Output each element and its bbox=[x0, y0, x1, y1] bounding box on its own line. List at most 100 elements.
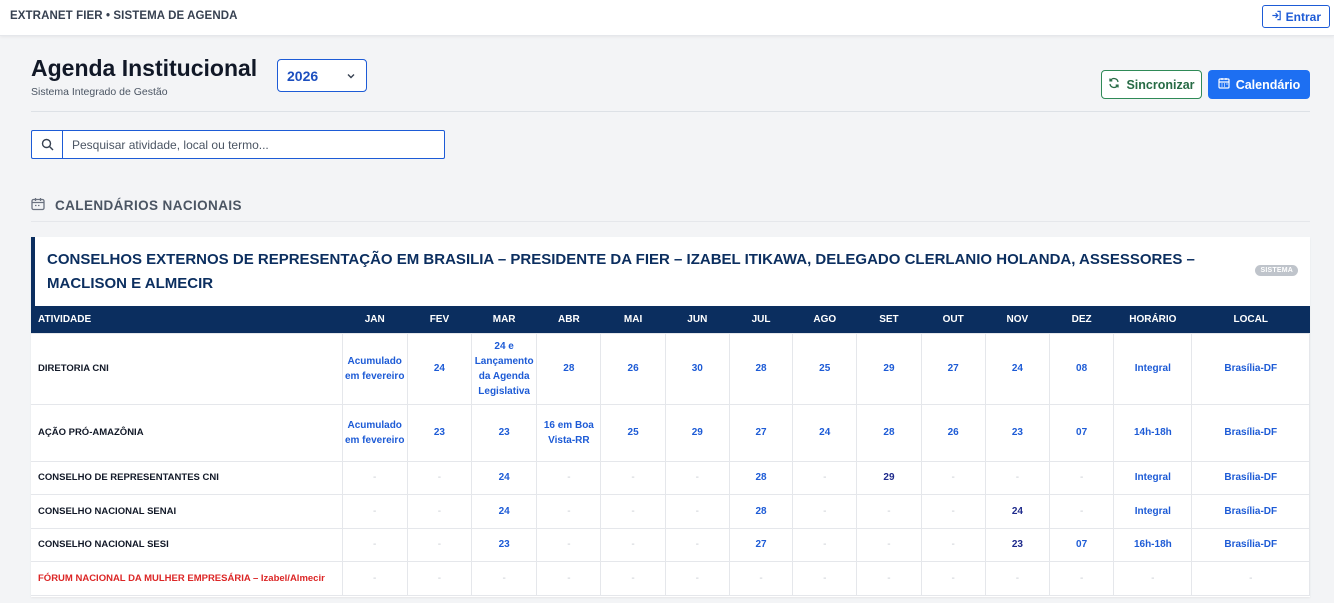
table-cell: 08 bbox=[1048, 332, 1115, 405]
table-cell: - bbox=[341, 560, 408, 596]
table-cell: 27 bbox=[728, 403, 794, 462]
table-cell: - bbox=[406, 460, 473, 495]
table-cell: Acumulado em fevereiro bbox=[341, 332, 408, 405]
agenda-card: CONSELHOS EXTERNOS DE REPRESENTAÇÃO EM B… bbox=[31, 237, 1310, 597]
column-header: NOV bbox=[985, 306, 1050, 333]
table-cell: - bbox=[728, 560, 794, 596]
brand-label: EXTRANET FIER • SISTEMA DE AGENDA bbox=[10, 10, 238, 22]
table-cell: - bbox=[341, 493, 408, 529]
table-cell: 26 bbox=[920, 403, 986, 462]
year-value: 2026 bbox=[287, 67, 319, 84]
table-cell: 07 bbox=[1048, 403, 1115, 462]
column-header: OUT bbox=[921, 306, 986, 333]
login-button[interactable]: Entrar bbox=[1261, 5, 1330, 28]
table-cell: Integral bbox=[1113, 460, 1193, 495]
table-cell: - bbox=[1048, 460, 1115, 495]
table-cell: - bbox=[856, 527, 922, 562]
table-cell: - bbox=[406, 493, 473, 529]
table-cell: 25 bbox=[792, 332, 858, 405]
table-cell: - bbox=[1191, 560, 1310, 596]
section-title: CALENDÁRIOS NACIONAIS bbox=[55, 198, 242, 213]
column-header: HORÁRIO bbox=[1113, 306, 1192, 333]
table-cell: - bbox=[920, 527, 986, 562]
calendar-button[interactable]: Calendário bbox=[1208, 70, 1310, 99]
table-cell: 24 bbox=[792, 403, 858, 462]
search-input[interactable] bbox=[63, 131, 444, 158]
table-cell: Acumulado em fevereiro bbox=[341, 403, 408, 462]
column-header: DEZ bbox=[1049, 306, 1114, 333]
table-cell: Brasília-DF bbox=[1191, 403, 1310, 462]
activity-cell: CONSELHO NACIONAL SESI bbox=[31, 527, 343, 562]
table-row: FÓRUM NACIONAL DA MULHER EMPRESÁRIA – Iz… bbox=[31, 560, 1310, 596]
table-cell: 23 bbox=[471, 527, 538, 562]
table-cell: - bbox=[406, 560, 473, 596]
table-cell: 23 bbox=[471, 403, 538, 462]
table-cell: - bbox=[1048, 493, 1115, 529]
agenda-table: ATIVIDADE JAN FEV MAR ABR MAI JUN JUL AG… bbox=[31, 306, 1310, 596]
section-divider bbox=[31, 221, 1310, 222]
table-cell: - bbox=[792, 560, 858, 596]
table-cell: - bbox=[471, 560, 538, 596]
table-cell: - bbox=[341, 527, 408, 562]
table-cell: - bbox=[664, 493, 730, 529]
top-bar: EXTRANET FIER • SISTEMA DE AGENDA Entrar bbox=[0, 0, 1334, 36]
table-header-row: ATIVIDADE JAN FEV MAR ABR MAI JUN JUL AG… bbox=[31, 306, 1310, 333]
activity-cell: CONSELHO NACIONAL SENAI bbox=[31, 493, 343, 529]
table-cell: Integral bbox=[1113, 493, 1193, 529]
table-cell: 28 bbox=[536, 332, 602, 405]
sync-label: Sincronizar bbox=[1126, 77, 1195, 92]
table-cell: - bbox=[600, 560, 666, 596]
table-cell: Integral bbox=[1113, 332, 1193, 405]
section-header: CALENDÁRIOS NACIONAIS bbox=[31, 197, 242, 214]
column-header: ABR bbox=[536, 306, 601, 333]
table-cell: 24 bbox=[984, 493, 1051, 529]
table-cell: - bbox=[792, 460, 858, 495]
table-cell: - bbox=[600, 493, 666, 529]
page-subtitle: Sistema Integrado de Gestão bbox=[31, 86, 168, 98]
table-cell: 28 bbox=[728, 332, 794, 405]
table-cell: - bbox=[536, 527, 602, 562]
sync-button[interactable]: Sincronizar bbox=[1101, 70, 1202, 99]
table-cell: 14h-18h bbox=[1113, 403, 1193, 462]
table-cell: - bbox=[1048, 560, 1115, 596]
search-icon[interactable] bbox=[32, 131, 63, 158]
login-label: Entrar bbox=[1285, 9, 1321, 24]
calendar-label: Calendário bbox=[1235, 77, 1301, 92]
column-header: JUN bbox=[665, 306, 730, 333]
calendar-icon bbox=[31, 197, 45, 214]
table-cell: 29 bbox=[856, 460, 922, 495]
table-cell: 28 bbox=[728, 493, 794, 529]
table-cell: 26 bbox=[600, 332, 666, 405]
table-cell: 23 bbox=[406, 403, 473, 462]
table-cell: 24 bbox=[984, 332, 1051, 405]
table-cell: - bbox=[920, 460, 986, 495]
table-cell: - bbox=[341, 460, 408, 495]
table-cell: 24 bbox=[406, 332, 473, 405]
table-cell: - bbox=[920, 493, 986, 529]
table-cell: - bbox=[536, 560, 602, 596]
table-cell: 24 bbox=[471, 493, 538, 529]
table-cell: - bbox=[664, 560, 730, 596]
column-header: MAI bbox=[600, 306, 666, 333]
system-badge: SISTEMA bbox=[1255, 265, 1298, 276]
table-cell: - bbox=[600, 460, 666, 495]
chevron-down-icon bbox=[346, 68, 356, 84]
table-cell: Brasília-DF bbox=[1191, 460, 1310, 495]
table-cell: - bbox=[664, 460, 730, 495]
table-cell: Brasília-DF bbox=[1191, 493, 1310, 529]
table-row: DIRETORIA CNI Acumulado em fevereiro 24 … bbox=[31, 332, 1310, 405]
table-row: AÇÃO PRÓ-AMAZÔNIA Acumulado em fevereiro… bbox=[31, 403, 1310, 462]
table-cell: - bbox=[600, 527, 666, 562]
column-header: JAN bbox=[342, 306, 408, 333]
sync-icon bbox=[1108, 77, 1120, 92]
column-header: SET bbox=[856, 306, 922, 333]
table-cell: 16 em Boa Vista-RR bbox=[536, 403, 602, 462]
table-cell: 30 bbox=[664, 332, 730, 405]
activity-cell: DIRETORIA CNI bbox=[31, 332, 343, 405]
table-cell: 24 bbox=[471, 460, 538, 495]
card-header: CONSELHOS EXTERNOS DE REPRESENTAÇÃO EM B… bbox=[31, 237, 1310, 306]
table-cell: - bbox=[536, 493, 602, 529]
table-cell: 23 bbox=[984, 527, 1051, 562]
year-select[interactable]: 2026 bbox=[277, 59, 367, 92]
table-cell: - bbox=[406, 527, 473, 562]
